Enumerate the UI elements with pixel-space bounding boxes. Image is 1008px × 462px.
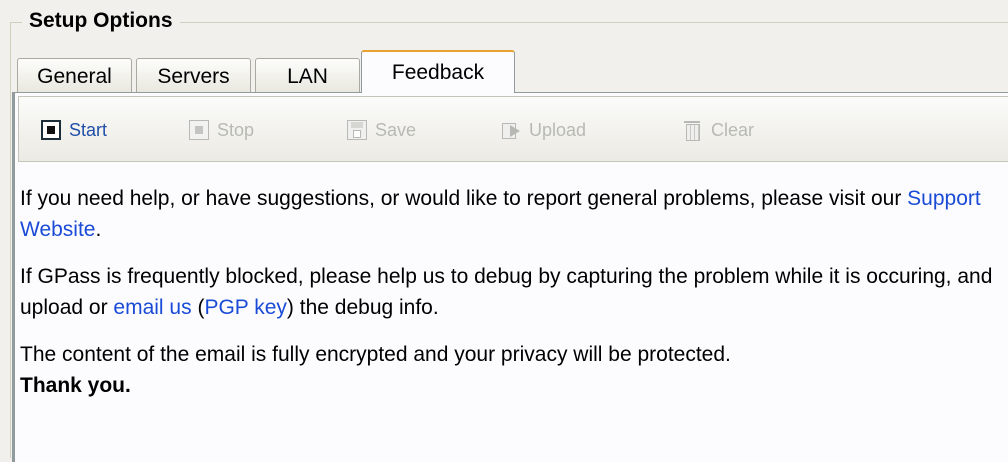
privacy-text: The content of the email is fully encryp… xyxy=(20,343,731,366)
debug-text-paren: ( xyxy=(191,296,205,319)
record-icon xyxy=(41,120,61,140)
tab-servers[interactable]: Servers xyxy=(136,58,251,93)
tab-lan[interactable]: LAN xyxy=(255,58,360,93)
stop-label: Stop xyxy=(217,119,255,140)
clear-button[interactable]: Clear xyxy=(683,117,754,143)
upload-label: Upload xyxy=(529,119,587,140)
start-button[interactable]: Start xyxy=(41,117,107,143)
debug-paragraph: If GPass is frequently blocked, please h… xyxy=(20,261,1000,323)
floppy-icon xyxy=(347,120,367,140)
stop-icon xyxy=(189,120,209,140)
save-label: Save xyxy=(375,119,417,140)
debug-text-end: ) the debug info. xyxy=(286,296,439,319)
group-title: Setup Options xyxy=(22,6,180,36)
tab-general[interactable]: General xyxy=(17,58,132,93)
upload-icon xyxy=(501,120,521,140)
help-text-end: . xyxy=(95,218,102,241)
stop-button[interactable]: Stop xyxy=(189,117,254,143)
help-text: If you need help, or have suggestions, o… xyxy=(20,187,908,210)
thank-you-text: Thank you. xyxy=(20,374,131,397)
upload-button[interactable]: Upload xyxy=(501,117,586,143)
tab-feedback[interactable]: Feedback xyxy=(361,50,515,93)
trash-icon xyxy=(683,120,703,141)
email-us-link[interactable]: email us xyxy=(113,296,191,319)
feedback-toolbar: Start Stop Save Upload Clear xyxy=(18,96,1008,162)
feedback-content: If you need help, or have suggestions, o… xyxy=(20,183,1000,401)
group-box-border-left xyxy=(10,22,11,458)
save-button[interactable]: Save xyxy=(347,117,416,143)
pgp-key-link[interactable]: PGP key xyxy=(204,296,286,319)
start-label: Start xyxy=(69,119,108,140)
help-paragraph: If you need help, or have suggestions, o… xyxy=(20,183,1000,245)
clear-label: Clear xyxy=(711,119,755,140)
privacy-paragraph: The content of the email is fully encryp… xyxy=(20,339,1000,401)
